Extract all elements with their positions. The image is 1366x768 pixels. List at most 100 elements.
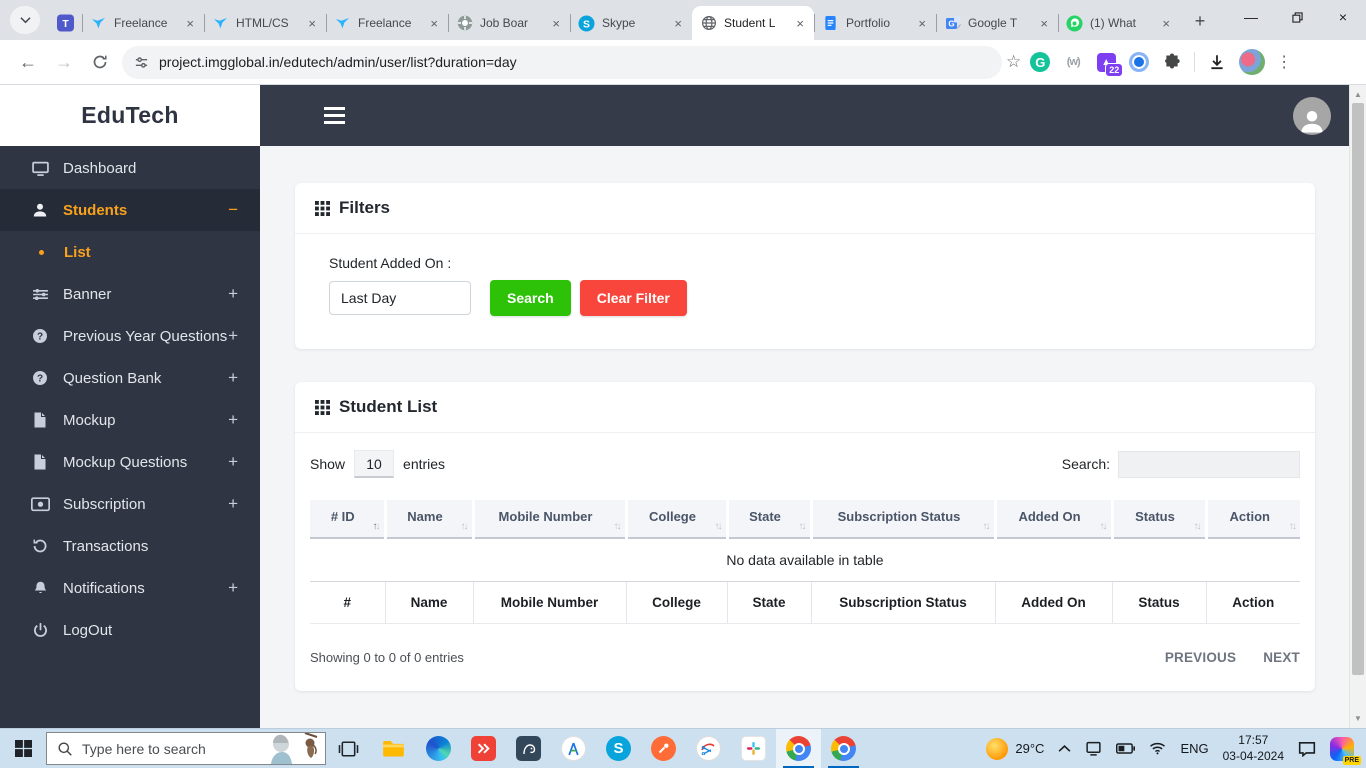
browser-tab[interactable]: HTML/CS × [204, 6, 326, 40]
brand-logo[interactable]: EduTech [0, 85, 260, 146]
url-text[interactable]: project.imgglobal.in/edutech/admin/user/… [159, 54, 517, 70]
browser-tab[interactable]: G Google T × [936, 6, 1058, 40]
close-icon[interactable]: × [1320, 0, 1366, 34]
sidebar-item-students[interactable]: Students − [0, 189, 260, 231]
column-header-mobile-number[interactable]: Mobile Number ↑↓ [473, 500, 628, 539]
browser-tab[interactable]: S Skype × [570, 6, 692, 40]
weather-widget[interactable]: 29°C [986, 737, 1044, 760]
plus-icon[interactable]: + [228, 410, 238, 430]
next-button[interactable]: NEXT [1263, 650, 1300, 665]
sidebar-item-previous-year-questions[interactable]: ? Previous Year Questions + [0, 315, 260, 357]
sidebar-item-mockup[interactable]: Mockup + [0, 399, 260, 441]
scroll-down-icon[interactable]: ▼ [1350, 711, 1366, 726]
browser-tab[interactable]: Portfolio × [814, 6, 936, 40]
chrome-button[interactable] [776, 728, 821, 768]
browser-menu-icon[interactable]: ⋮ [1276, 52, 1292, 72]
device-icon[interactable] [1085, 741, 1102, 756]
close-icon[interactable]: × [428, 16, 440, 31]
forward-icon[interactable]: → [48, 46, 80, 78]
close-icon[interactable]: × [1038, 16, 1050, 31]
sidebar-item-transactions[interactable]: Transactions [0, 525, 260, 567]
file-explorer-button[interactable] [371, 729, 416, 768]
battery-icon[interactable] [1116, 743, 1136, 754]
previous-button[interactable]: PREVIOUS [1165, 650, 1236, 665]
slack-button[interactable] [731, 729, 776, 768]
student-added-on-input[interactable] [329, 281, 471, 315]
column-header-added-on[interactable]: Added On ↑↓ [995, 500, 1114, 539]
url-bar[interactable]: project.imgglobal.in/edutech/admin/user/… [122, 45, 1002, 79]
back-icon[interactable]: ← [12, 46, 44, 78]
design-app-button[interactable] [551, 729, 596, 768]
sidebar-item-notifications[interactable]: Notifications + [0, 567, 260, 609]
reload-icon[interactable] [84, 46, 116, 78]
plus-icon[interactable]: + [228, 284, 238, 304]
browser-profile-avatar[interactable] [1239, 49, 1266, 75]
grammarly-icon[interactable]: G [1029, 51, 1051, 73]
language-indicator[interactable]: ENG [1180, 741, 1208, 756]
taskbar-search[interactable]: Type here to search [46, 732, 326, 765]
new-tab-button[interactable]: + [1186, 7, 1214, 35]
bookmark-star-icon[interactable]: ☆ [1006, 52, 1021, 72]
close-icon[interactable]: × [1160, 16, 1172, 31]
chrome-button-2[interactable] [821, 729, 866, 768]
column-header-subscription-status[interactable]: Subscription Status ↑↓ [811, 500, 997, 539]
close-icon[interactable]: × [794, 16, 806, 31]
page-scrollbar[interactable]: ▲ ▼ [1349, 85, 1366, 728]
snipping-tool-button[interactable] [686, 729, 731, 768]
postman-button[interactable] [641, 729, 686, 768]
close-icon[interactable]: × [916, 16, 928, 31]
plus-icon[interactable]: + [228, 326, 238, 346]
plus-icon[interactable]: + [228, 494, 238, 514]
plus-icon[interactable]: + [228, 452, 238, 472]
wayback-extension-icon[interactable]: (w) [1062, 51, 1084, 73]
hamburger-menu-icon[interactable] [324, 107, 345, 124]
browser-tab[interactable]: (1) What × [1058, 6, 1180, 40]
copilot-icon[interactable]: PRE [1330, 736, 1361, 765]
column-header-status[interactable]: Status ↑↓ [1112, 500, 1208, 539]
column-header--id[interactable]: # ID ↑↓ [310, 500, 387, 539]
extensions-puzzle-icon[interactable] [1161, 51, 1183, 73]
task-view-button[interactable] [326, 729, 371, 768]
minimize-icon[interactable]: — [1228, 0, 1274, 34]
browser-tab[interactable]: Student L × [692, 6, 814, 40]
taskbar-clock[interactable]: 17:57 03-04-2024 [1223, 733, 1284, 764]
tab-search-button[interactable] [10, 6, 40, 34]
column-header-state[interactable]: State ↑↓ [727, 500, 813, 539]
close-icon[interactable]: × [672, 16, 684, 31]
sidebar-item-dashboard[interactable]: Dashboard [0, 147, 260, 189]
action-center-icon[interactable] [1298, 741, 1316, 757]
scrollbar-thumb[interactable] [1352, 103, 1364, 675]
clear-filter-button[interactable]: Clear Filter [579, 280, 687, 316]
close-icon[interactable]: × [306, 16, 318, 31]
start-button[interactable] [0, 729, 46, 768]
purple-extension-icon[interactable]: ▲ 22 [1095, 51, 1124, 77]
close-icon[interactable]: × [184, 16, 196, 31]
sidebar-item-subscription[interactable]: Subscription + [0, 483, 260, 525]
user-avatar[interactable] [1293, 96, 1331, 135]
restore-icon[interactable] [1274, 0, 1320, 34]
entries-select[interactable]: 10 [354, 450, 395, 478]
blue-extension-icon[interactable] [1128, 51, 1150, 73]
sidebar-item-list[interactable]: List [0, 231, 260, 273]
browser-tab[interactable]: Job Boar × [448, 6, 570, 40]
site-settings-icon[interactable] [134, 55, 149, 70]
browser-tab[interactable]: Freelance × [82, 6, 204, 40]
column-header-name[interactable]: Name ↑↓ [385, 500, 475, 539]
pgadmin-button[interactable] [506, 729, 551, 768]
scroll-up-icon[interactable]: ▲ [1350, 87, 1366, 102]
close-icon[interactable]: × [550, 16, 562, 31]
column-header-college[interactable]: College ↑↓ [626, 500, 729, 539]
search-button[interactable]: Search [490, 280, 571, 316]
browser-tab[interactable]: Freelance × [326, 6, 448, 40]
pinned-tab-teams[interactable]: T [48, 6, 82, 40]
tray-chevron-up-icon[interactable] [1058, 744, 1071, 753]
column-header-action[interactable]: Action ↑↓ [1206, 500, 1300, 539]
sidebar-item-mockup-questions[interactable]: Mockup Questions + [0, 441, 260, 483]
downloads-icon[interactable] [1206, 51, 1228, 73]
plus-icon[interactable]: + [228, 368, 238, 388]
edge-button[interactable] [416, 729, 461, 768]
sidebar-item-banner[interactable]: Banner + [0, 273, 260, 315]
sidebar-item-question-bank[interactable]: ? Question Bank + [0, 357, 260, 399]
minus-icon[interactable]: − [228, 200, 238, 220]
anydesk-button[interactable] [461, 729, 506, 768]
